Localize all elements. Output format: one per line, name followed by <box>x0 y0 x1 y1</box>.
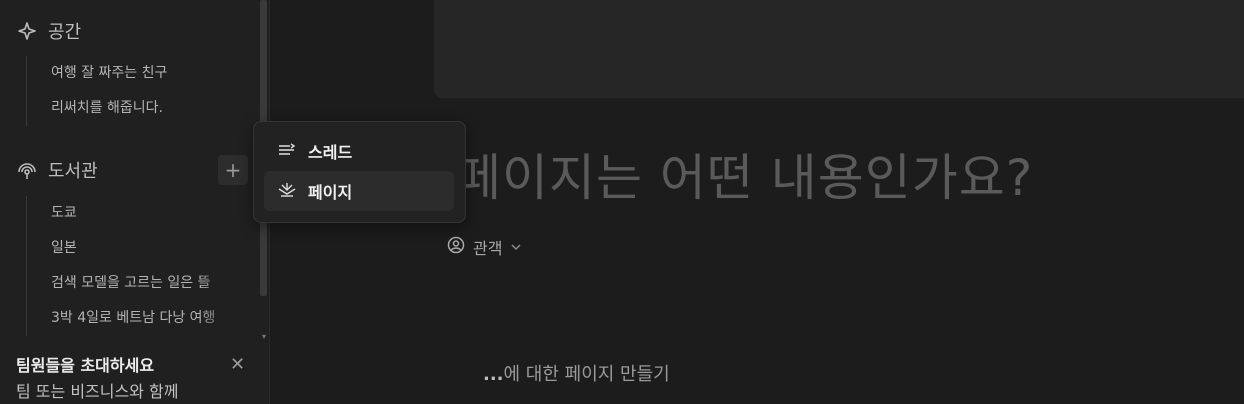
invite-subtitle: 팀 또는 비즈니스와 함께 <box>16 382 179 401</box>
invite-title: 팀원들을 초대하세요 <box>16 356 155 375</box>
menu-item-page[interactable]: 페이지 <box>264 171 454 211</box>
chevron-down-icon <box>510 238 522 257</box>
space-item[interactable]: 여행 잘 짜주는 친구 <box>51 56 237 91</box>
library-item[interactable]: 도쿄 <box>51 196 237 231</box>
spaces-header[interactable]: 공간 <box>16 17 81 45</box>
library-header[interactable]: 도서관 <box>16 156 98 184</box>
library-title: 도서관 <box>48 161 98 182</box>
spaces-title: 공간 <box>48 22 82 43</box>
sidebar: 공간 여행 잘 짜주는 친구 리써치를 해줍니다. 도서관 + 도쿄 일본 검색… <box>0 0 270 404</box>
make-page-dots: ... <box>483 364 504 385</box>
audience-label: 관객 <box>473 239 503 258</box>
create-popup-menu: 스레드 페이지 <box>253 121 466 223</box>
page-icon <box>278 181 296 201</box>
menu-item-label: 페이지 <box>308 183 353 202</box>
library-item[interactable]: 일본 <box>51 231 237 266</box>
menu-item-thread[interactable]: 스레드 <box>264 131 454 171</box>
page-title-placeholder[interactable]: 페이지는 어떤 내용인가요? <box>455 138 1033 210</box>
make-page-prompt[interactable]: ...에 대한 페이지 만들기 <box>483 360 670 386</box>
cover-area <box>434 0 1244 98</box>
library-item[interactable]: 3박 4일로 베트남 다낭 여행 <box>51 301 237 336</box>
thread-icon <box>278 142 296 161</box>
sparkle-icon <box>16 20 38 42</box>
menu-item-label: 스레드 <box>308 143 353 162</box>
user-circle-icon <box>447 236 465 258</box>
make-page-text: 에 대한 페이지 만들기 <box>503 364 670 385</box>
library-list: 도쿄 일본 검색 모델을 고르는 일은 뜰 3박 4일로 베트남 다낭 여행 <box>26 196 237 336</box>
invite-banner: 팀원들을 초대하세요 ✕ 팀 또는 비즈니스와 함께 <box>0 346 269 404</box>
library-item[interactable]: 검색 모델을 고르는 일은 뜰 <box>51 266 237 301</box>
spaces-list: 여행 잘 짜주는 친구 리써치를 해줍니다. <box>26 56 237 126</box>
scroll-down-icon[interactable]: ▾ <box>260 333 268 341</box>
space-item[interactable]: 리써치를 해줍니다. <box>51 91 237 126</box>
audience-selector[interactable]: 관객 <box>447 235 522 259</box>
library-icon <box>16 159 38 181</box>
close-icon[interactable]: ✕ <box>230 354 245 375</box>
add-library-button[interactable]: + <box>218 155 248 185</box>
